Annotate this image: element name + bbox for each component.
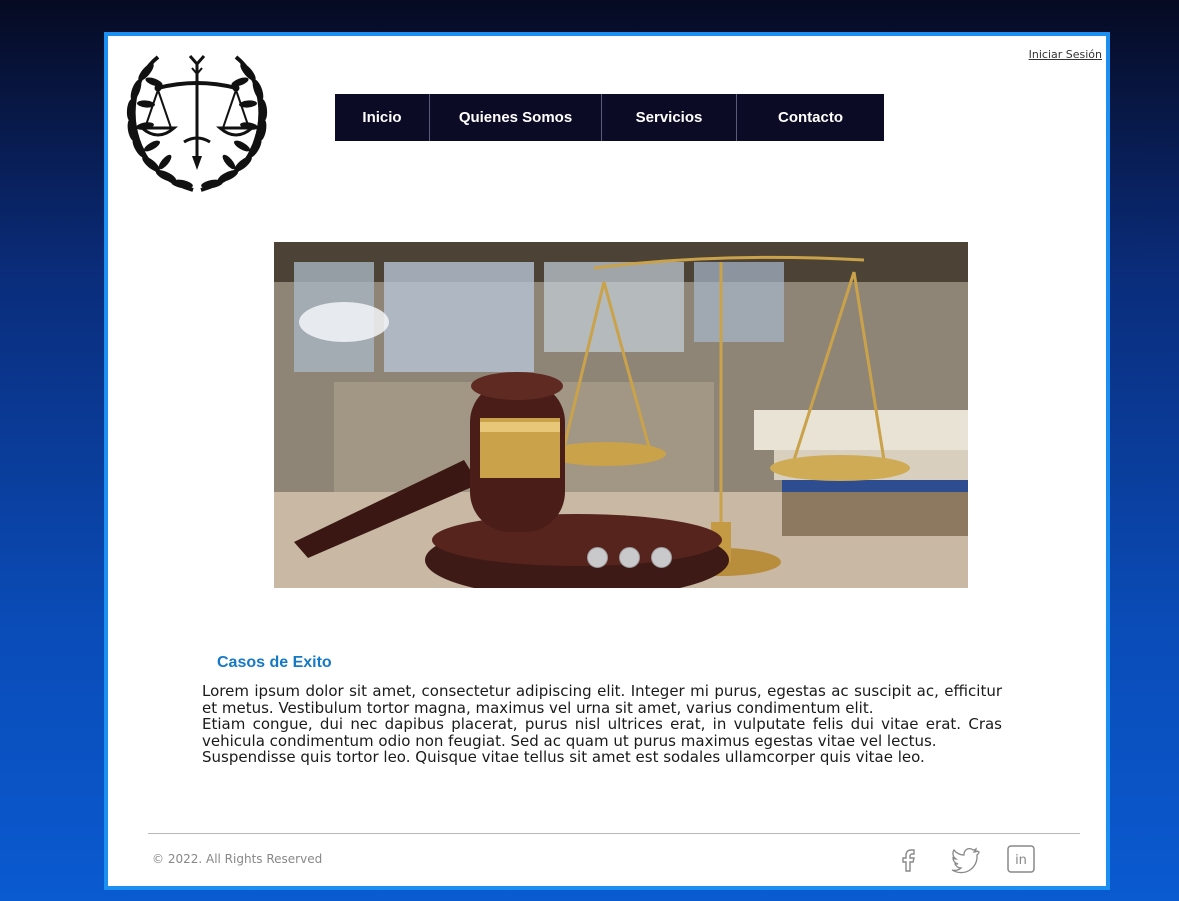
section-body: Lorem ipsum dolor sit amet, consectetur … — [202, 683, 1002, 766]
nav-item-servicios[interactable]: Servicios — [602, 94, 737, 141]
svg-text:in: in — [1015, 853, 1027, 868]
hero-carousel — [274, 242, 968, 588]
login-link[interactable]: Iniciar Sesión — [1029, 48, 1102, 61]
linkedin-icon[interactable]: in — [1006, 844, 1036, 874]
gavel-and-scales-image — [274, 242, 968, 588]
nav-item-inicio[interactable]: Inicio — [335, 94, 430, 141]
nav-item-contacto[interactable]: Contacto — [737, 94, 884, 141]
facebook-icon[interactable] — [896, 844, 926, 874]
paragraph: Etiam congue, dui nec dapibus placerat, … — [202, 715, 1002, 750]
footer-divider — [148, 833, 1080, 834]
main-nav: Inicio Quienes Somos Servicios Contacto — [335, 94, 884, 141]
section-title: Casos de Exito — [217, 654, 332, 671]
paragraph: Lorem ipsum dolor sit amet, consectetur … — [202, 682, 1002, 717]
carousel-dot-1[interactable] — [587, 547, 608, 568]
nav-item-quienes-somos[interactable]: Quienes Somos — [430, 94, 602, 141]
paragraph: Suspendisse quis tortor leo. Quisque vit… — [202, 748, 925, 766]
carousel-indicators — [587, 547, 672, 568]
copyright-text: © 2022. All Rights Reserved — [152, 852, 323, 866]
carousel-dot-2[interactable] — [619, 547, 640, 568]
twitter-icon[interactable] — [950, 844, 980, 874]
page-frame: Iniciar Sesión Inicio Quienes Somos Serv… — [104, 32, 1110, 890]
scales-of-justice-logo[interactable] — [118, 42, 276, 192]
carousel-dot-3[interactable] — [651, 547, 672, 568]
